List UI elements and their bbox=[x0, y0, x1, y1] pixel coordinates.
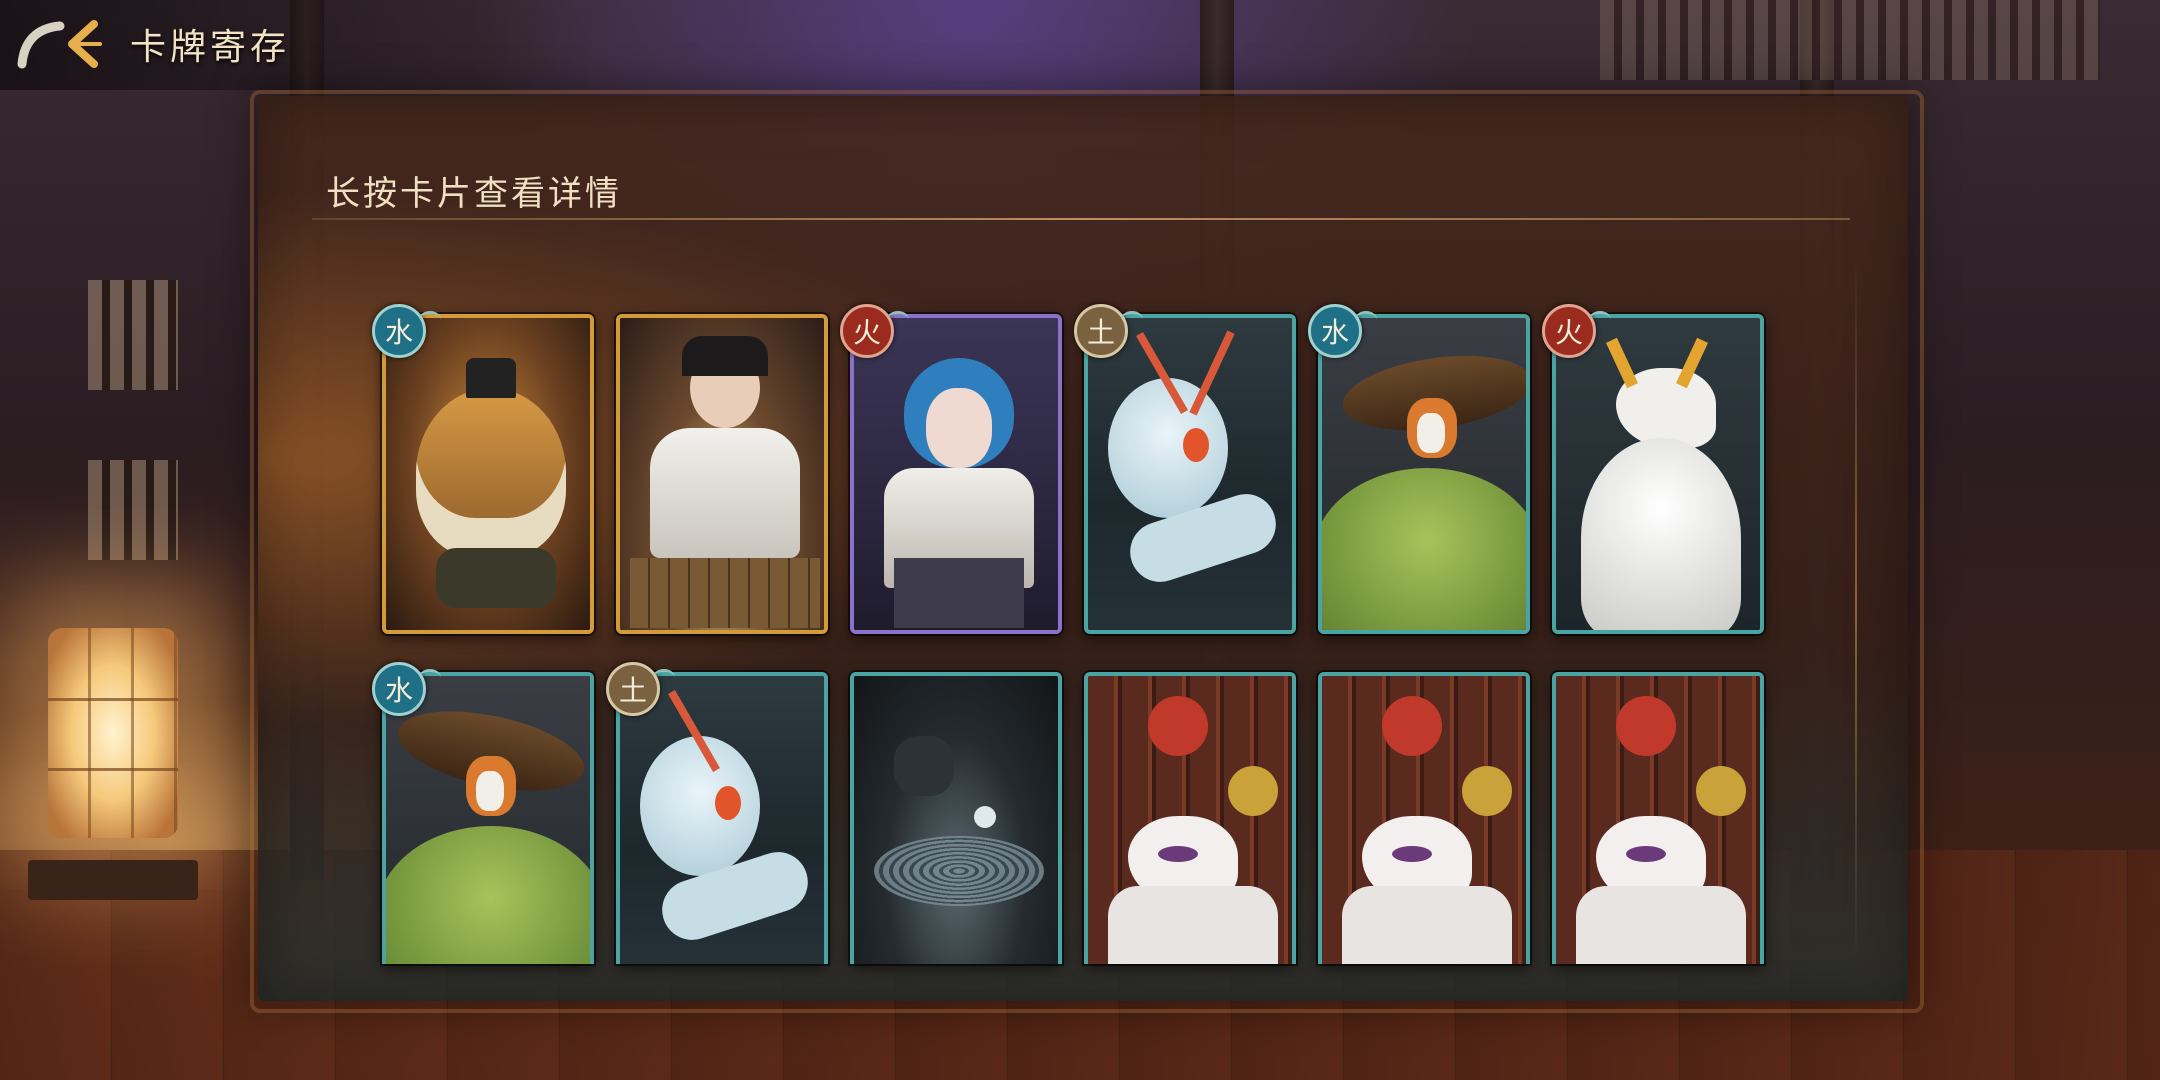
lantern bbox=[48, 628, 178, 838]
card-art bbox=[1088, 676, 1292, 964]
card-go-player-onmyoji[interactable] bbox=[616, 314, 828, 634]
card-fox-mask-stage[interactable] bbox=[1318, 672, 1530, 964]
card-art bbox=[620, 318, 824, 630]
card-art bbox=[854, 676, 1058, 964]
card-turtle-with-hat-rider[interactable] bbox=[1318, 314, 1530, 634]
water-element-icon: 水 bbox=[1308, 304, 1377, 358]
card-white-fox-spirit[interactable] bbox=[1552, 314, 1764, 634]
card-white-eel-spirit[interactable] bbox=[1084, 314, 1296, 634]
background-window bbox=[1600, 0, 2100, 80]
earth-element-icon: 土 bbox=[1074, 304, 1143, 358]
card-art bbox=[1088, 318, 1292, 630]
card-art bbox=[620, 676, 824, 964]
earth-element-icon: 土 bbox=[606, 662, 675, 716]
card-dark-go-board-scene[interactable] bbox=[850, 672, 1062, 964]
card-art bbox=[854, 318, 1058, 630]
card-art bbox=[1322, 318, 1526, 630]
background-window bbox=[88, 280, 178, 390]
fire-element-icon: 火 bbox=[840, 304, 909, 358]
header-bar: 卡牌寄存 bbox=[0, 0, 600, 90]
card-art bbox=[1556, 318, 1760, 630]
card-art bbox=[386, 676, 590, 964]
water-element-icon: 水 bbox=[372, 304, 441, 358]
fire-element-icon: 火 bbox=[1542, 304, 1611, 358]
card-turtle-with-hat-rider[interactable] bbox=[382, 672, 594, 964]
card-blue-haired-girl[interactable] bbox=[850, 314, 1062, 634]
card-tiger-catfish-yokai[interactable] bbox=[382, 314, 594, 634]
lantern-base bbox=[28, 860, 198, 900]
background-window bbox=[88, 460, 178, 560]
card-art bbox=[1322, 676, 1526, 964]
card-art bbox=[1556, 676, 1760, 964]
card-fox-mask-stage[interactable] bbox=[1552, 672, 1764, 964]
card-white-eel-spirit[interactable] bbox=[616, 672, 828, 964]
card-fox-mask-stage[interactable] bbox=[1084, 672, 1296, 964]
back-arrow-icon bbox=[17, 20, 102, 69]
card-art bbox=[386, 318, 590, 630]
back-button[interactable] bbox=[14, 14, 104, 70]
panel-divider bbox=[1855, 258, 1857, 958]
hint-text: 长按卡片查看详情 bbox=[326, 174, 622, 214]
page-title: 卡牌寄存 bbox=[130, 27, 291, 68]
water-element-icon: 水 bbox=[372, 662, 441, 716]
hint-divider bbox=[312, 218, 1850, 220]
